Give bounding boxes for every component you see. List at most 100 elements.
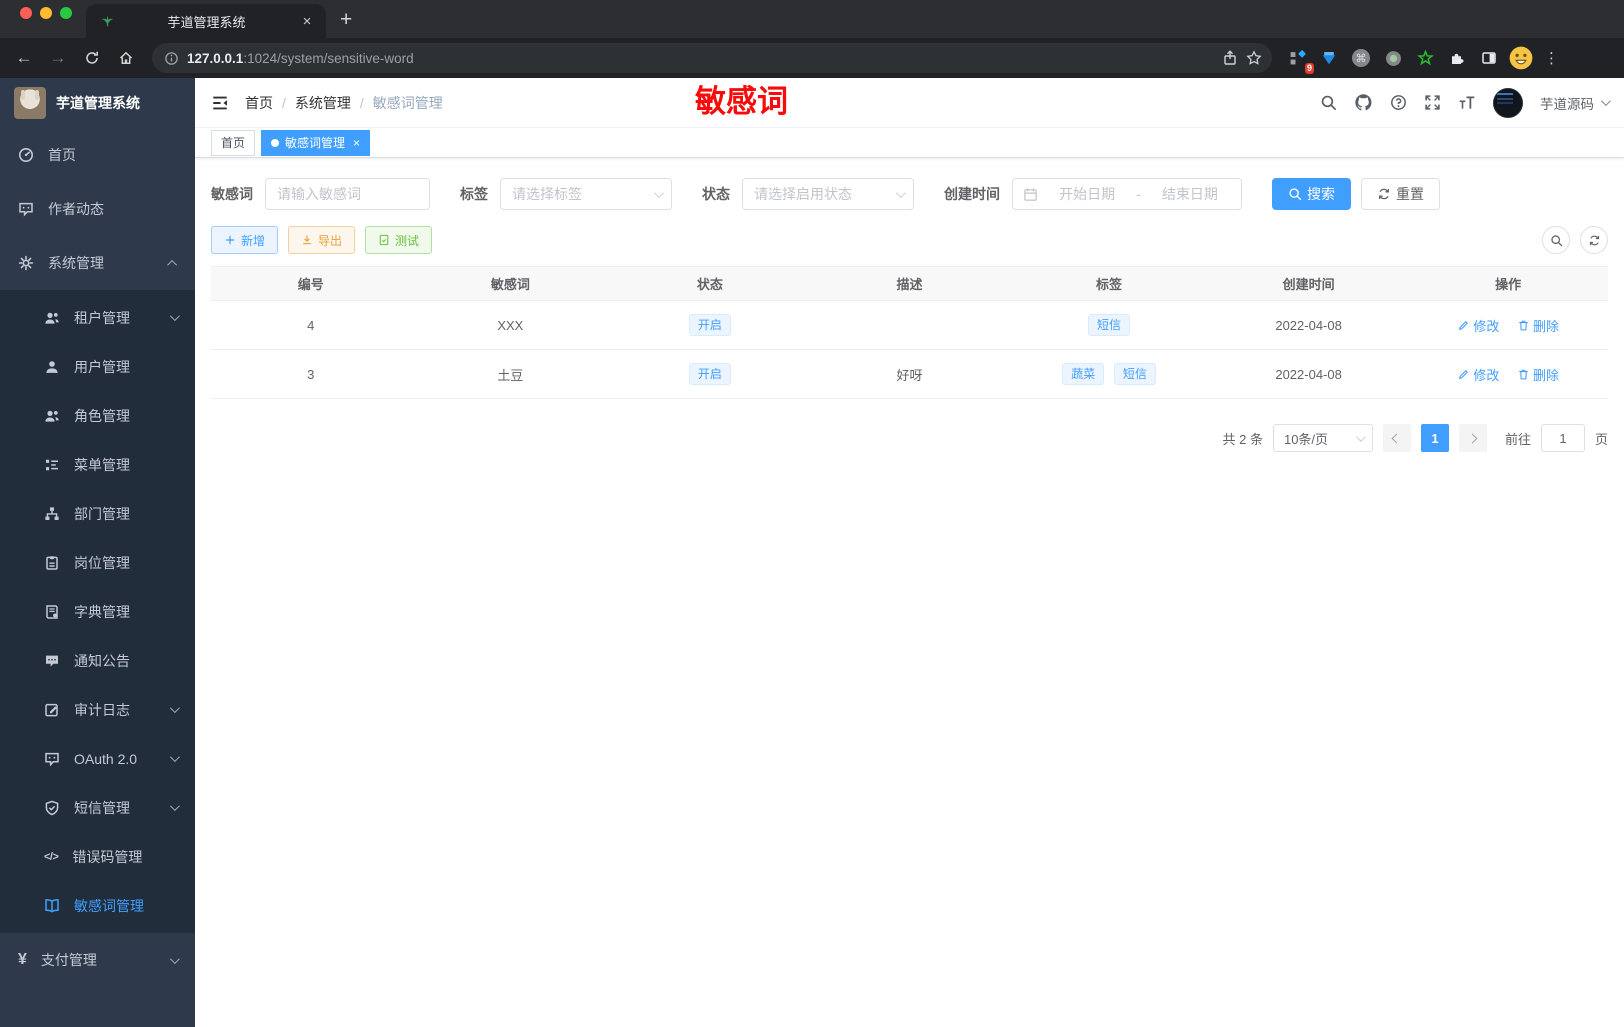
url-bar[interactable]: 127.0.0.1:1024/system/sensitive-word bbox=[152, 43, 1272, 73]
users-icon bbox=[44, 310, 60, 326]
sidebar-item-sms[interactable]: 短信管理 bbox=[0, 783, 195, 832]
sidebar-item-home[interactable]: 首页 bbox=[0, 128, 195, 182]
refresh-icon bbox=[1588, 234, 1601, 247]
sidebar-item-audit-log[interactable]: 审计日志 bbox=[0, 685, 195, 734]
browser-tab[interactable]: 芋道管理系统 × bbox=[86, 4, 326, 38]
extension-recorder-icon[interactable] bbox=[1380, 45, 1406, 71]
active-dot-icon bbox=[271, 138, 280, 147]
github-icon[interactable] bbox=[1354, 93, 1373, 112]
sidebar-item-error-code[interactable]: </> 错误码管理 bbox=[0, 832, 195, 881]
badge-icon bbox=[44, 555, 60, 571]
window-zoom-button[interactable] bbox=[60, 7, 72, 19]
extensions-puzzle-icon[interactable] bbox=[1444, 45, 1470, 71]
cell-word: XXX bbox=[410, 300, 611, 350]
sidebar-item-post[interactable]: 岗位管理 bbox=[0, 538, 195, 587]
sidebar-item-menu[interactable]: 菜单管理 bbox=[0, 440, 195, 489]
sidebar-item-dict[interactable]: 字典管理 bbox=[0, 587, 195, 636]
browser-menu-icon[interactable]: ⋮ bbox=[1540, 49, 1563, 67]
export-button[interactable]: 导出 bbox=[288, 226, 356, 254]
sidebar: 芋道管理系统 首页 作者动态 系统管理 租户管理 用户管理 角色管理 菜单管理 … bbox=[0, 78, 195, 1027]
chevron-left-icon bbox=[1392, 433, 1402, 443]
window-minimize-button[interactable] bbox=[40, 7, 52, 19]
keyword-input[interactable] bbox=[265, 178, 430, 210]
cell-word: 土豆 bbox=[410, 349, 611, 399]
table-header-row: 编号 敏感词 状态 描述 标签 创建时间 操作 bbox=[211, 266, 1608, 301]
sidebar-item-oauth[interactable]: OAuth 2.0 bbox=[0, 734, 195, 783]
cell-tags: 短信 bbox=[1009, 300, 1209, 350]
forward-icon[interactable]: → bbox=[44, 44, 72, 72]
browser-toolbar: ← → 127.0.0.1:1024/system/sensitive-word… bbox=[0, 38, 1624, 78]
extension-star-icon[interactable] bbox=[1412, 45, 1438, 71]
font-size-icon[interactable] bbox=[1458, 94, 1476, 112]
date-end-placeholder: 结束日期 bbox=[1161, 186, 1218, 202]
table-row: 4 XXX 开启 短信 2022-04-08 修改 删除 bbox=[211, 300, 1608, 350]
goto-page-input[interactable] bbox=[1540, 424, 1585, 452]
test-button[interactable]: 测试 bbox=[365, 226, 433, 254]
delete-link[interactable]: 删除 bbox=[1517, 316, 1559, 335]
reload-icon[interactable] bbox=[78, 44, 106, 72]
breadcrumb-system[interactable]: 系统管理 bbox=[295, 93, 351, 113]
new-tab-button[interactable]: + bbox=[326, 8, 352, 38]
reset-button[interactable]: 重置 bbox=[1361, 178, 1440, 210]
user-avatar[interactable] bbox=[1493, 87, 1523, 118]
profile-avatar-icon[interactable] bbox=[1508, 45, 1534, 71]
app-navbar: 首页 / 系统管理 / 敏感词管理 敏感词 芋道源码 bbox=[195, 78, 1624, 128]
sidebar-item-dept[interactable]: 部门管理 bbox=[0, 489, 195, 538]
delete-link[interactable]: 删除 bbox=[1517, 365, 1559, 384]
search-button[interactable]: 搜索 bbox=[1272, 178, 1351, 210]
search-icon bbox=[1288, 187, 1302, 201]
page-size-select[interactable]: 10条/页 bbox=[1272, 424, 1373, 452]
add-button[interactable]: 新增 bbox=[211, 226, 279, 254]
sidebar-logo[interactable]: 芋道管理系统 bbox=[0, 78, 195, 128]
date-range-picker[interactable]: 开始日期 - 结束日期 bbox=[1012, 178, 1242, 210]
sidebar-menu: 首页 作者动态 系统管理 租户管理 用户管理 角色管理 菜单管理 部门管理 岗位… bbox=[0, 128, 195, 1027]
dashboard-icon bbox=[18, 147, 34, 163]
extension-vue-icon[interactable] bbox=[1316, 45, 1342, 71]
tab-home[interactable]: 首页 bbox=[211, 129, 256, 156]
sidebar-item-sensitive-word[interactable]: 敏感词管理 bbox=[0, 881, 195, 930]
home-icon[interactable] bbox=[112, 44, 140, 72]
tab-close-icon[interactable]: × bbox=[298, 13, 316, 30]
edit-link[interactable]: 修改 bbox=[1457, 365, 1499, 384]
tab-close-icon[interactable]: × bbox=[353, 136, 360, 150]
page-number-button[interactable]: 1 bbox=[1420, 424, 1449, 452]
extension-command-icon[interactable]: ⌘ bbox=[1348, 45, 1374, 71]
site-info-icon[interactable] bbox=[164, 51, 179, 66]
sidebar-item-payment[interactable]: ¥ 支付管理 bbox=[0, 933, 195, 987]
refresh-table-button[interactable] bbox=[1580, 226, 1608, 254]
tab-sensitive-word[interactable]: 敏感词管理 × bbox=[261, 129, 371, 156]
tag-badge: 短信 bbox=[1088, 314, 1131, 336]
sidebar-item-author-news[interactable]: 作者动态 bbox=[0, 182, 195, 236]
toggle-search-button[interactable] bbox=[1542, 226, 1570, 254]
sidebar-item-role[interactable]: 角色管理 bbox=[0, 391, 195, 440]
status-select-input[interactable] bbox=[742, 178, 914, 210]
status-select[interactable] bbox=[742, 178, 914, 210]
extension-devtools-icon[interactable]: 9 bbox=[1284, 45, 1314, 74]
sidebar-fold-icon[interactable] bbox=[211, 94, 229, 112]
next-page-button[interactable] bbox=[1458, 424, 1487, 452]
help-icon[interactable] bbox=[1390, 94, 1407, 111]
sidebar-item-tenant[interactable]: 租户管理 bbox=[0, 293, 195, 342]
browser-tab-title: 芋道管理系统 bbox=[167, 14, 246, 30]
back-icon[interactable]: ← bbox=[10, 44, 38, 72]
split-view-icon[interactable] bbox=[1476, 45, 1502, 71]
share-icon[interactable] bbox=[1222, 50, 1238, 66]
edit-log-icon bbox=[44, 702, 60, 718]
sidebar-item-system[interactable]: 系统管理 bbox=[0, 236, 195, 290]
user-menu[interactable]: 芋道源码 bbox=[1540, 93, 1611, 113]
user-icon bbox=[44, 359, 60, 375]
breadcrumb-home[interactable]: 首页 bbox=[245, 93, 273, 113]
sidebar-item-notice[interactable]: 通知公告 bbox=[0, 636, 195, 685]
chevron-down-icon bbox=[1355, 431, 1366, 442]
sidebar-item-user[interactable]: 用户管理 bbox=[0, 342, 195, 391]
tag-select[interactable] bbox=[500, 178, 672, 210]
fullscreen-icon[interactable] bbox=[1424, 94, 1441, 111]
code-icon: </> bbox=[44, 850, 59, 863]
app-shell: 芋道管理系统 首页 作者动态 系统管理 租户管理 用户管理 角色管理 菜单管理 … bbox=[0, 78, 1624, 1027]
prev-page-button[interactable] bbox=[1382, 424, 1411, 452]
tag-select-input[interactable] bbox=[500, 178, 672, 210]
bookmark-star-icon[interactable] bbox=[1246, 50, 1262, 66]
window-close-button[interactable] bbox=[20, 7, 32, 19]
edit-link[interactable]: 修改 bbox=[1457, 316, 1499, 335]
search-icon[interactable] bbox=[1320, 94, 1337, 111]
